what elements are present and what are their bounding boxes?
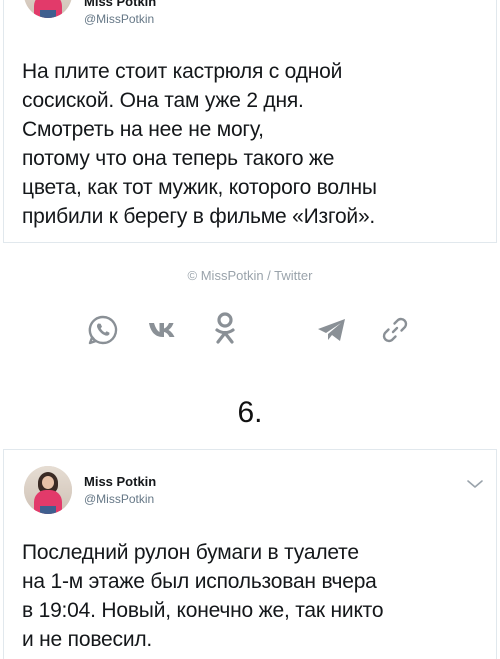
- author-handle[interactable]: @MissPotkin: [84, 492, 154, 506]
- link-icon[interactable]: [373, 308, 417, 352]
- image-credit: © MissPotkin / Twitter: [187, 268, 313, 283]
- tweet-card: Miss Potkin @MissPotkin На плите стоит к…: [3, 0, 497, 243]
- avatar[interactable]: [24, 466, 72, 514]
- tweet-card: Miss Potkin @MissPotkin Последний рулон …: [3, 449, 497, 659]
- tweet-text: На плите стоит кастрюля с одной сосиской…: [22, 60, 377, 228]
- whatsapp-icon[interactable]: [81, 308, 125, 352]
- author-handle[interactable]: @MissPotkin: [84, 12, 154, 26]
- tweet-text: Последний рулон бумаги в туалете на 1-м …: [22, 541, 384, 651]
- telegram-icon[interactable]: [310, 308, 354, 352]
- section-number: 6.: [237, 396, 263, 429]
- author-name[interactable]: Miss Potkin: [84, 474, 156, 489]
- avatar[interactable]: [24, 0, 72, 18]
- chevron-down-icon[interactable]: [466, 478, 484, 490]
- share-bar: [0, 308, 500, 352]
- odnoklassniki-icon[interactable]: [203, 308, 247, 352]
- vk-icon[interactable]: [143, 308, 187, 352]
- author-name[interactable]: Miss Potkin: [84, 0, 156, 9]
